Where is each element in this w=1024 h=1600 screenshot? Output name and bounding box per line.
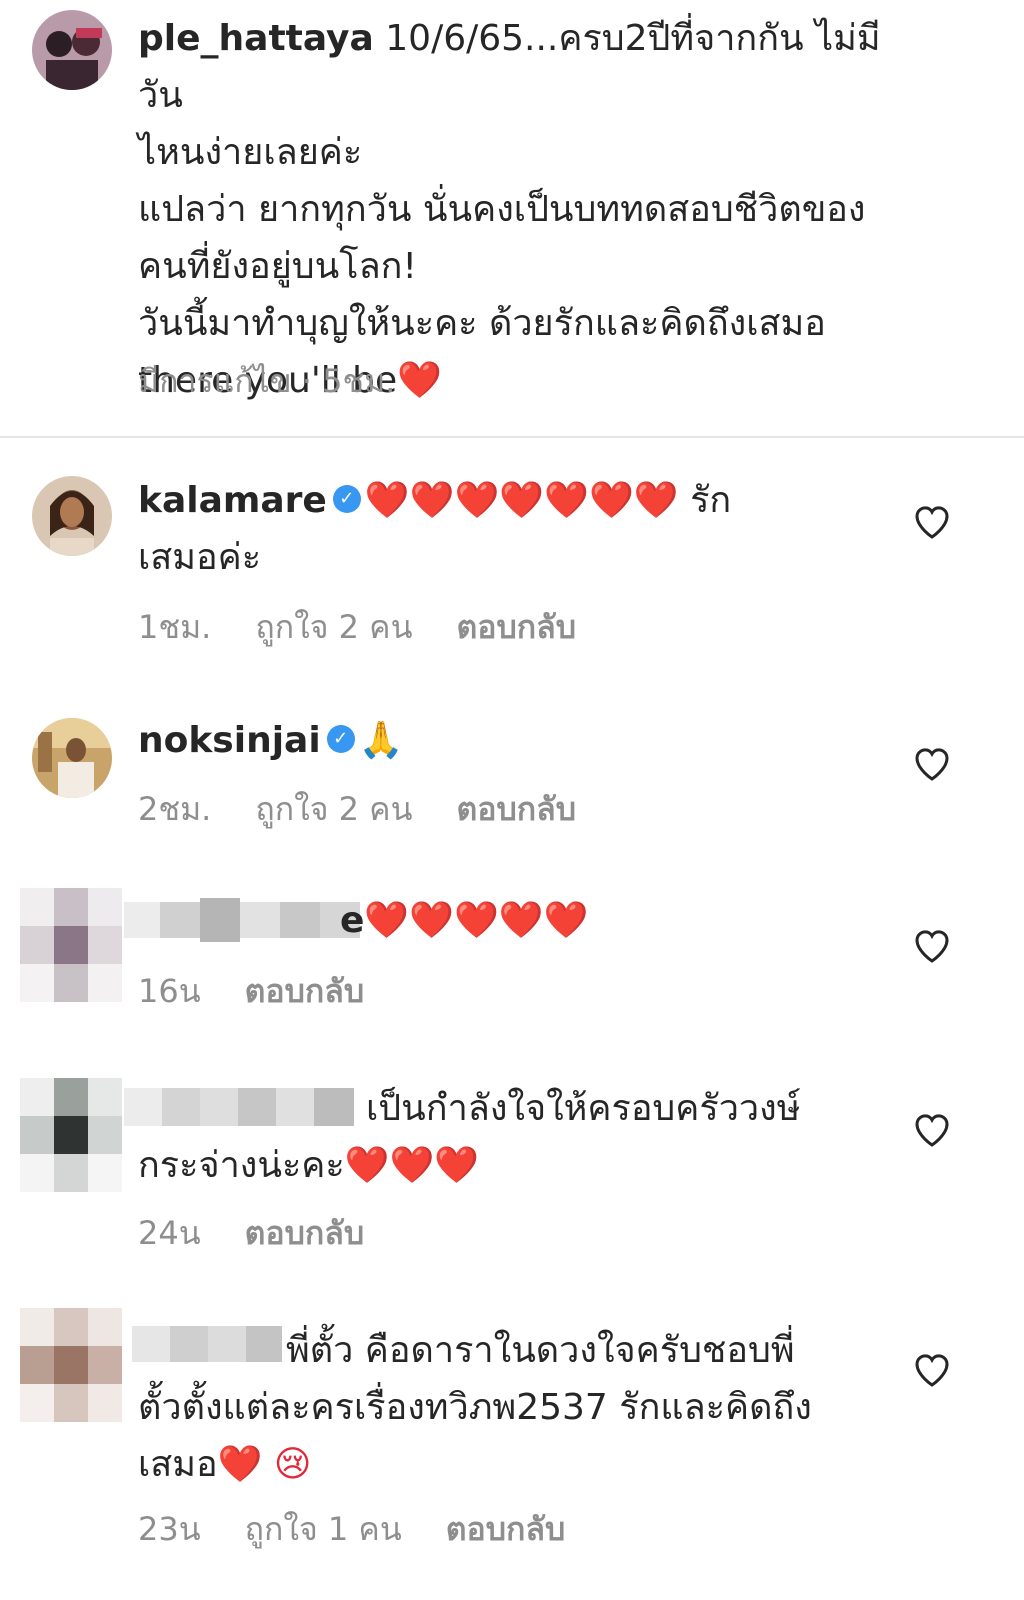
caption-avatar[interactable] [32, 10, 112, 90]
comment-body: รัก [678, 480, 732, 521]
pixelated-avatar [20, 1308, 122, 1422]
comment-likes[interactable]: ถูกใจ 1 คน [245, 1504, 402, 1555]
comment-body-line3: เสมอ [138, 1444, 218, 1485]
comment-body: 🙏 [358, 720, 404, 761]
comment-text: e❤️❤️❤️❤️❤️ [340, 892, 900, 949]
caption-line2: ไหนง่ายเลยค่ะ [138, 132, 363, 173]
reply-button[interactable]: ตอบกลับ [245, 1208, 365, 1259]
caption-line4: คนที่ยังอยู่บนโลก! [138, 246, 417, 287]
comment-meta: 16น ตอบกลับ [138, 966, 364, 1017]
comment-username[interactable]: noksinjai [138, 720, 321, 761]
caption-text: ple_hattaya 10/6/65...ครบ2ปีที่จากกัน ไม… [138, 10, 918, 409]
comment-text: พี่ตั้ว คือดาราในดวงใจครับชอบพี่ ตั้วตั้… [138, 1322, 918, 1493]
comment-time: 23น [138, 1510, 201, 1548]
reply-button[interactable]: ตอบกลับ [245, 966, 365, 1017]
heart-outline-icon[interactable] [912, 744, 952, 784]
comment-time: 2ชม. [138, 790, 212, 828]
caption-username[interactable]: ple_hattaya [138, 18, 374, 59]
caption-line3: แปลว่า ยากทุกวัน นั่นคงเป็นบททดสอบชีวิตข… [138, 189, 866, 230]
comment-avatar[interactable] [32, 718, 112, 798]
comment-body-line2: ตั้วตั้งแต่ละครเรื่องทวิภพ2537 รักและคิด… [138, 1387, 812, 1428]
comment-meta: 1ชม. ถูกใจ 2 คน ตอบกลับ [138, 602, 576, 653]
heart-outline-icon[interactable] [912, 1110, 952, 1150]
comment-text: kalamare ✓ ❤️❤️❤️❤️❤️❤️❤️ รัก เสมอค่ะ [138, 472, 918, 586]
pixelated-username [124, 898, 360, 942]
comment-body-line2: กระจ่างน่ะคะ [138, 1145, 345, 1186]
comment-meta: 23น ถูกใจ 1 คน ตอบกลับ [138, 1504, 565, 1555]
comment-username[interactable]: kalamare [138, 480, 327, 521]
comment-username-suffix: e [340, 900, 365, 941]
heart-emoji: ❤️ [397, 360, 442, 401]
verified-badge-icon: ✓ [326, 725, 355, 753]
comment-time: 16น [138, 972, 201, 1010]
comment-time: 1ชม. [138, 608, 212, 646]
heart-outline-icon[interactable] [912, 1350, 952, 1390]
caption-meta-text: มีการแก้ไข · 5ชม. [138, 362, 396, 400]
comment-emoji: ❤️ 😢 [217, 1444, 312, 1485]
caption-line5: วันนี้มาทำบุญให้นะคะ ด้วยรักและคิดถึงเสม… [138, 303, 826, 344]
comment-body: เป็นกำลังใจให้ครอบครัววงษ์ [366, 1088, 801, 1129]
comment-hearts: ❤️❤️❤️ [344, 1145, 480, 1186]
comment-likes[interactable]: ถูกใจ 2 คน [255, 784, 412, 835]
comment-body: ❤️❤️❤️❤️❤️ [364, 900, 589, 941]
comment-text: noksinjai ✓ 🙏 [138, 712, 918, 769]
comment-body: พี่ตั้ว คือดาราในดวงใจครับชอบพี่ [286, 1330, 795, 1371]
comment-meta: 2ชม. ถูกใจ 2 คน ตอบกลับ [138, 784, 576, 835]
reply-button[interactable]: ตอบกลับ [446, 1504, 566, 1555]
pixelated-avatar [20, 888, 122, 1002]
comment-time: 24น [138, 1214, 201, 1252]
reply-button[interactable]: ตอบกลับ [456, 602, 576, 653]
comment-text: เป็นกำลังใจให้ครอบครัววงษ์ กระจ่างน่ะคะ❤… [138, 1080, 918, 1194]
comment-body-line2: เสมอค่ะ [138, 537, 262, 578]
comment-avatar[interactable] [32, 476, 112, 556]
heart-outline-icon[interactable] [912, 502, 952, 542]
verified-badge-icon: ✓ [332, 485, 361, 513]
heart-outline-icon[interactable] [912, 926, 952, 966]
comment-meta: 24น ตอบกลับ [138, 1208, 364, 1259]
caption-meta: มีการแก้ไข · 5ชม. [138, 356, 395, 407]
divider [0, 436, 1024, 438]
pixelated-avatar [20, 1078, 122, 1192]
reply-button[interactable]: ตอบกลับ [456, 784, 576, 835]
comment-hearts: ❤️❤️❤️❤️❤️❤️❤️ [364, 480, 679, 521]
comment-likes[interactable]: ถูกใจ 2 คน [255, 602, 412, 653]
